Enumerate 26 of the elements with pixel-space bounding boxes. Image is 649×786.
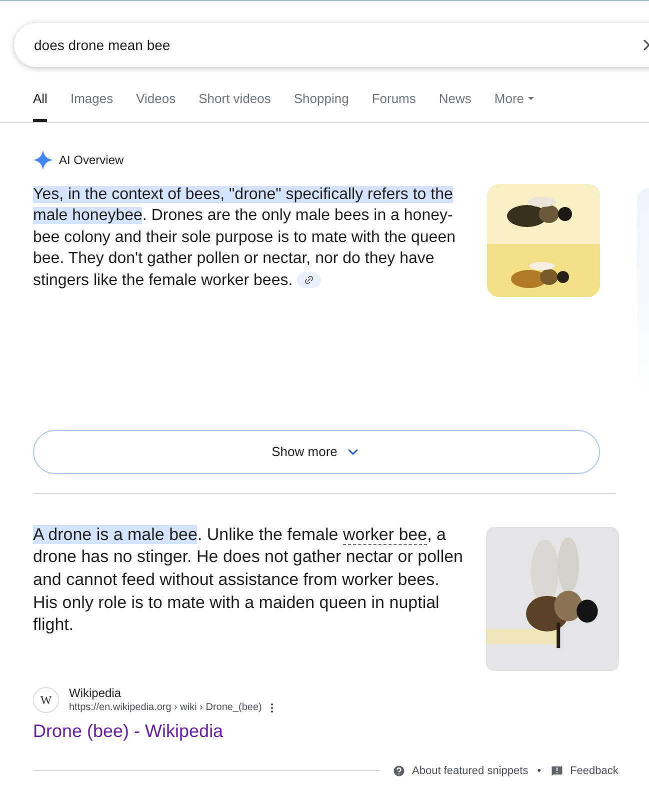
show-more-button[interactable]: Show more (33, 430, 600, 474)
tab[interactable]: More (494, 89, 534, 122)
help-icon (392, 764, 406, 778)
result-title-link[interactable]: Drone (bee) - Wikipedia (33, 718, 649, 744)
ai-overview-title: AI Overview (59, 152, 124, 168)
link-icon[interactable] (297, 272, 322, 288)
site-name: Wikipedia (69, 684, 122, 700)
sparkle-icon (33, 150, 53, 170)
search-input[interactable]: does drone mean bee (34, 34, 640, 56)
tab[interactable]: News (438, 89, 472, 122)
tab[interactable]: All (33, 89, 48, 122)
snippet-text: A drone is a male bee. Unlike the female worker bee, a drone has no stinger. He does not gather nectar or pollen and cannot feed without assistance from worker bees. His only role is to mate with a maiden queen in nuptial flight. (33, 524, 464, 636)
separator-dot: • (537, 764, 542, 778)
about-snippets-link[interactable]: About featured snippets (412, 762, 528, 779)
tab[interactable]: Videos (136, 89, 176, 122)
ai-overview-text: Yes, in the context of bees, "drone" specifically refers to the male honeybee. Drones are the only male bees in a honey-bee colony and their sole purpose is to mate with the queen bee. They don't gather pollen or nectar, nor do they have stingers like the female worker bees. (33, 184, 456, 290)
site-logo: W (33, 686, 59, 712)
feedback-icon (550, 764, 564, 778)
tab[interactable]: Images (70, 89, 114, 122)
tab[interactable]: Forums (372, 89, 416, 122)
feedback-link[interactable]: Feedback (570, 762, 618, 779)
site-url: https://en.wikipedia.org › wiki › Drone_(bee) (69, 700, 262, 714)
worker-bee-link[interactable]: worker bee (342, 524, 428, 544)
tab[interactable]: Short videos (198, 89, 271, 122)
tab[interactable]: Shopping (294, 89, 349, 122)
caret-icon (528, 97, 534, 100)
